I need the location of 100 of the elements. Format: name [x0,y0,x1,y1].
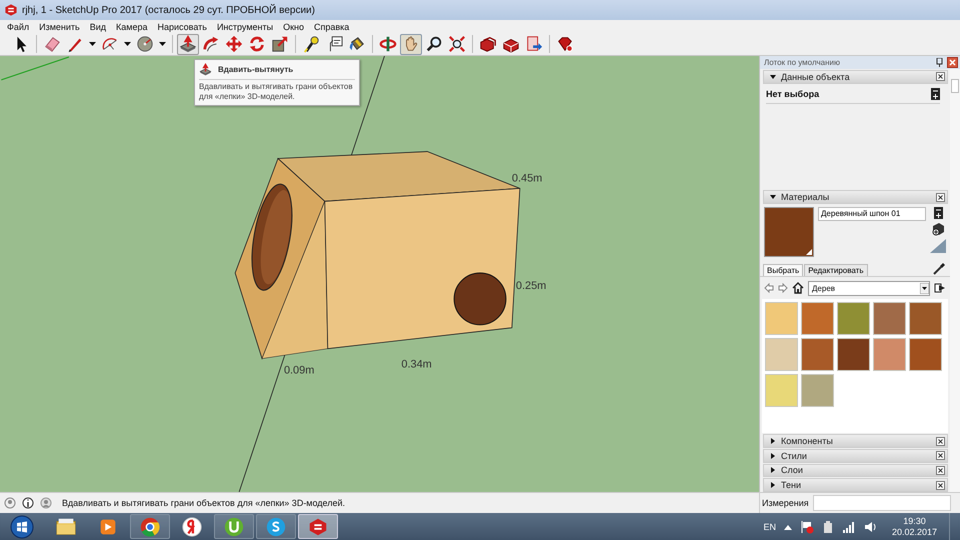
panel-header[interactable]: Материалы [763,190,948,204]
close-button[interactable] [947,57,958,68]
paint-bucket-icon [348,35,366,53]
menu-item[interactable]: Изменить [34,22,85,32]
taskbar-button[interactable] [130,514,170,539]
language-indicator[interactable]: EN [763,522,776,532]
panel-title: Компоненты [781,436,834,446]
material-swatch[interactable] [837,338,870,371]
menu-item[interactable]: Нарисовать [152,22,212,32]
cube-add-icon[interactable] [931,222,945,236]
model-viewport[interactable]: 0.45m 0.25m 0.09m 0.34m Вдавить-вытянуть Вдавливать и вытягивать грани объектов для «лепки» 3D-моделей. [0,56,759,492]
gem-icon [556,35,574,53]
menu-item[interactable]: Инструменты [212,22,278,32]
signal-icon[interactable] [842,520,856,532]
dimension-label: 0.09m [284,364,314,376]
triangle-swatch-icon[interactable] [930,238,946,253]
material-swatch[interactable] [801,302,834,335]
app-logo-icon [4,3,18,17]
tab[interactable]: Редактировать [804,264,868,276]
menu-item[interactable]: Окно [278,22,309,32]
triangle-down-icon [770,74,776,80]
scrollbar[interactable] [950,69,960,492]
close-icon[interactable] [936,436,945,446]
menu-item[interactable]: Вид [84,22,112,32]
push-pull-icon [179,35,197,53]
location-pin-icon[interactable] [4,497,16,509]
tooltip-description: Вдавливать и вытягивать грани объектов для «лепки» 3D-моделей. [199,82,354,102]
push-pull-icon [199,63,212,76]
eraser-icon [43,35,61,53]
triangle-right-icon [770,467,776,474]
panel-title: Стили [781,450,808,461]
close-icon[interactable] [936,192,945,202]
triangle-down-icon [770,194,776,200]
menu-item[interactable]: Файл [2,22,34,32]
back-arrow-icon[interactable] [764,283,774,294]
status-message: Вдавливать и вытягивать грани объектов для «лепки» 3D-моделей. [62,498,346,508]
close-icon[interactable] [936,451,945,460]
material-swatch[interactable] [873,302,906,335]
circular-arrows-icon [248,35,266,53]
flag-icon[interactable] [800,520,814,534]
menu-item[interactable]: Камера [111,22,152,32]
window-title: rjhj, 1 - SketchUp Pro 2017 (осталось 29 сут. ПРОБНОЙ версии) [22,4,315,16]
material-swatch[interactable] [765,302,798,335]
panel-header[interactable]: Слои [763,464,948,478]
tool-button[interactable] [177,34,199,54]
material-swatch[interactable] [909,302,942,335]
selection-label: Нет выбора [766,88,820,99]
forward-arrow-icon[interactable] [778,283,788,294]
corner-icon [806,248,812,255]
material-swatch[interactable] [801,374,834,407]
home-icon[interactable] [792,282,804,294]
scroll-thumb[interactable] [951,79,959,93]
speaker-icon[interactable] [864,520,878,532]
triangle-right-icon [770,482,776,488]
panel-title: Данные объекта [781,72,851,82]
four-way-arrow-icon [225,35,243,53]
dimension-label: 0.25m [516,280,546,292]
details-icon[interactable] [934,206,942,219]
panel-header[interactable]: Данные объекта [763,70,948,84]
panel-title: Слои [781,465,804,476]
material-name-field[interactable]: Деревянный шпон 01 [818,206,926,221]
tab[interactable]: Выбрать [763,264,804,276]
material-swatch[interactable] [873,338,906,371]
taskbar-button[interactable] [214,514,254,539]
triangle-right-icon [770,452,776,459]
user-icon[interactable] [40,497,52,509]
details-arrow-icon[interactable] [934,282,946,294]
caret-icon[interactable] [784,524,792,530]
taskbar-button[interactable] [256,514,296,539]
tray-title: Лоток по умолчанию [764,58,841,67]
taskbar-button[interactable] [298,514,338,539]
material-swatch[interactable] [765,374,798,407]
caret-icon [124,42,131,46]
material-swatch[interactable] [765,338,798,371]
measurements-field[interactable] [812,495,951,511]
measurements-label: Измерения [761,498,809,508]
close-icon[interactable] [936,466,945,475]
clock[interactable]: 19:30 20.02.2017 [892,516,937,538]
stacked-boxes-icon [479,35,497,53]
panel-header[interactable]: Стили [763,448,948,463]
panel-title: Материалы [781,192,830,202]
menu-item[interactable]: Справка [309,22,354,32]
material-swatch[interactable] [909,338,942,371]
info-icon[interactable] [22,497,34,509]
eyedropper-icon[interactable] [932,262,946,276]
round-logo-icon [139,516,161,538]
close-icon[interactable] [936,72,945,82]
device-icon[interactable] [822,520,834,534]
library-dropdown[interactable]: Дерев [808,280,930,296]
tool-button[interactable] [446,34,468,54]
close-icon[interactable] [936,480,945,490]
panel-header[interactable]: Тени [763,478,948,492]
panel-title: Тени [781,480,802,490]
pin-icon[interactable] [936,58,943,67]
curved-arrow-icon [202,35,220,53]
box-arrow-icon [271,35,289,53]
material-swatch[interactable] [801,338,834,371]
material-swatch[interactable] [837,302,870,335]
details-icon[interactable] [931,88,940,100]
panel-header[interactable]: Компоненты [763,434,948,448]
